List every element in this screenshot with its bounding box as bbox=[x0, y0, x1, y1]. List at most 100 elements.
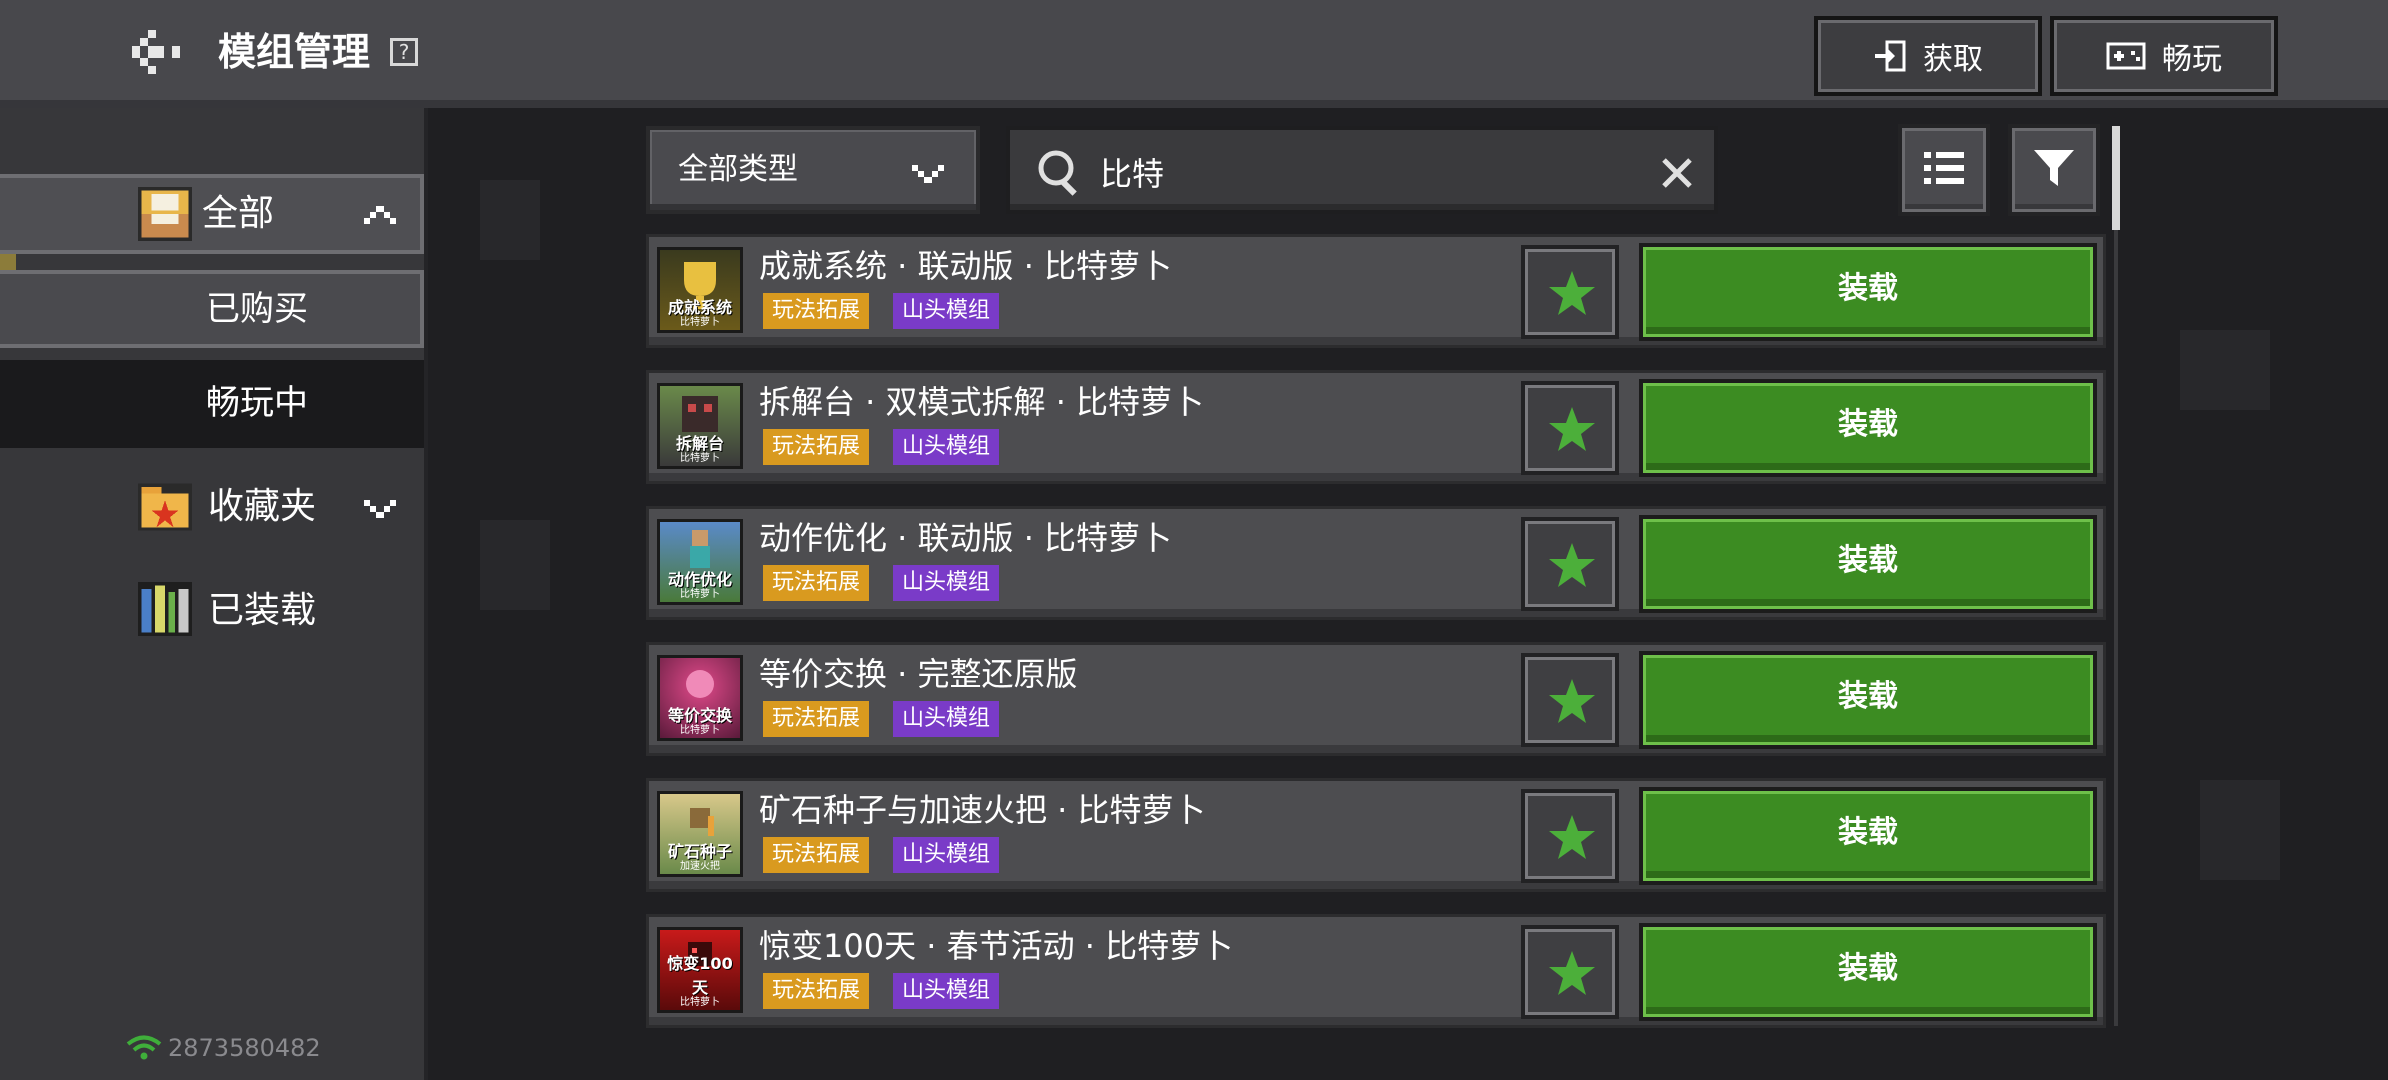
gamepad-icon bbox=[2106, 42, 2146, 70]
play-button[interactable]: 畅玩 bbox=[2050, 16, 2278, 96]
favorite-button[interactable] bbox=[1521, 925, 1619, 1019]
star-icon bbox=[1549, 271, 1595, 315]
search-input[interactable] bbox=[1098, 140, 1622, 204]
search-icon bbox=[1038, 150, 1077, 196]
mod-title: 惊变100天 · 春节活动 · 比特萝卜 bbox=[759, 927, 1234, 965]
scroll-track bbox=[2114, 230, 2118, 1026]
list-item[interactable]: 矿石种子 加速火把 矿石种子与加速火把 · 比特萝卜 玩法拓展 山头模组 装载 bbox=[646, 778, 2106, 892]
page-title: 模组管理 bbox=[218, 30, 371, 74]
mod-title: 动作优化 · 联动版 · 比特萝卜 bbox=[759, 519, 1173, 557]
tag-mountain: 山头模组 bbox=[893, 701, 1000, 737]
thumbnail-subcaption: 比特萝卜 bbox=[680, 317, 720, 328]
sidebar-item-all[interactable]: 全部 bbox=[0, 174, 424, 254]
background-tile bbox=[480, 520, 550, 610]
background-tile bbox=[480, 180, 540, 260]
type-dropdown-value: 全部类型 bbox=[678, 152, 798, 187]
clear-icon[interactable] bbox=[1660, 156, 1694, 190]
background-tile bbox=[2200, 780, 2280, 880]
filter-button[interactable] bbox=[2008, 124, 2100, 216]
sidebar-item-label: 全部 bbox=[202, 193, 275, 234]
list-item[interactable]: 拆解台 比特萝卜 拆解台 · 双模式拆解 · 比特萝卜 玩法拓展 山头模组 装载 bbox=[646, 370, 2106, 484]
mod-thumbnail: 矿石种子 加速火把 bbox=[657, 791, 743, 877]
sidebar-item-label: 收藏夹 bbox=[208, 486, 317, 527]
thumbnail-subcaption: 比特萝卜 bbox=[680, 997, 720, 1008]
mod-thumbnail: 拆解台 比特萝卜 bbox=[657, 383, 743, 469]
sidebar-item-label: 已装载 bbox=[208, 590, 317, 631]
mod-thumbnail: 成就系统 比特萝卜 bbox=[657, 247, 743, 333]
scrollbar[interactable] bbox=[2112, 126, 2120, 230]
tag-gameplay: 玩法拓展 bbox=[763, 837, 870, 873]
star-icon bbox=[1549, 543, 1595, 587]
wifi-icon bbox=[126, 1035, 162, 1060]
star-icon bbox=[1549, 951, 1595, 995]
favorite-button[interactable] bbox=[1521, 789, 1619, 883]
thumbnail-subcaption: 加速火把 bbox=[680, 861, 720, 872]
top-bar: 模组管理 ? 获取 畅玩 bbox=[0, 0, 2388, 108]
star-icon bbox=[1549, 679, 1595, 723]
favorite-button[interactable] bbox=[1521, 517, 1619, 611]
thumbnail-caption: 惊变100天 bbox=[667, 954, 733, 997]
tag-gameplay: 玩法拓展 bbox=[763, 565, 870, 601]
import-icon bbox=[1875, 40, 1906, 72]
sidebar-item-loaded[interactable]: 已装载 bbox=[0, 568, 424, 654]
star-icon bbox=[1549, 815, 1595, 859]
tag-gameplay: 玩法拓展 bbox=[763, 429, 870, 465]
tag-gameplay: 玩法拓展 bbox=[763, 701, 870, 737]
favorite-button[interactable] bbox=[1521, 381, 1619, 475]
favorite-button[interactable] bbox=[1521, 245, 1619, 339]
chevron-down-icon bbox=[912, 165, 944, 183]
list-view-button[interactable] bbox=[1898, 124, 1990, 216]
mod-title: 矿石种子与加速火把 · 比特萝卜 bbox=[759, 791, 1206, 829]
chest-icon bbox=[138, 187, 192, 241]
sidebar-item-label: 已购买 bbox=[206, 289, 308, 329]
thumbnail-subcaption: 比特萝卜 bbox=[680, 725, 720, 736]
chevron-up-icon bbox=[364, 206, 396, 224]
get-button-label: 获取 bbox=[1923, 42, 1983, 77]
mod-thumbnail: 动作优化 比特萝卜 bbox=[657, 519, 743, 605]
list-item[interactable]: 等价交换 比特萝卜 等价交换 · 完整还原版 玩法拓展 山头模组 装载 bbox=[646, 642, 2106, 756]
mod-title: 等价交换 · 完整还原版 bbox=[759, 655, 1078, 693]
tag-gameplay: 玩法拓展 bbox=[763, 973, 870, 1009]
back-arrow-icon[interactable] bbox=[128, 30, 184, 74]
chevron-down-icon bbox=[364, 500, 396, 518]
filter-icon bbox=[2034, 150, 2074, 186]
books-icon bbox=[138, 582, 192, 636]
mod-thumbnail: 惊变100天 比特萝卜 bbox=[657, 927, 743, 1013]
load-button[interactable]: 装载 bbox=[1639, 651, 2097, 749]
play-button-label: 畅玩 bbox=[2162, 42, 2222, 77]
mod-title: 拆解台 · 双模式拆解 · 比特萝卜 bbox=[759, 383, 1205, 421]
load-button[interactable]: 装载 bbox=[1639, 379, 2097, 477]
favorite-button[interactable] bbox=[1521, 653, 1619, 747]
get-button[interactable]: 获取 bbox=[1814, 16, 2042, 96]
list-icon bbox=[1924, 152, 1964, 184]
user-id: 2873580482 bbox=[168, 1034, 321, 1062]
help-icon[interactable]: ? bbox=[390, 38, 418, 66]
load-button[interactable]: 装载 bbox=[1639, 515, 2097, 613]
tag-mountain: 山头模组 bbox=[893, 837, 1000, 873]
sidebar-item-purchased[interactable]: 已购买 bbox=[0, 270, 424, 348]
sidebar-item-playing[interactable]: 畅玩中 bbox=[0, 360, 424, 448]
sidebar: 全部 已购买 畅玩中 收藏夹 已装载 2873580482 bbox=[0, 108, 428, 1080]
load-button[interactable]: 装载 bbox=[1639, 787, 2097, 885]
tag-gameplay: 玩法拓展 bbox=[763, 293, 870, 329]
list-item[interactable]: 成就系统 比特萝卜 成就系统 · 联动版 · 比特萝卜 玩法拓展 山头模组 装载 bbox=[646, 234, 2106, 348]
list-item[interactable]: 动作优化 比特萝卜 动作优化 · 联动版 · 比特萝卜 玩法拓展 山头模组 装载 bbox=[646, 506, 2106, 620]
load-button[interactable]: 装载 bbox=[1639, 923, 2097, 1021]
mod-title: 成就系统 · 联动版 · 比特萝卜 bbox=[759, 247, 1173, 285]
tag-mountain: 山头模组 bbox=[893, 565, 1000, 601]
sidebar-item-favorites[interactable]: 收藏夹 bbox=[0, 468, 424, 548]
connection-status: 2873580482 bbox=[126, 1034, 321, 1062]
thumbnail-subcaption: 比特萝卜 bbox=[680, 453, 720, 464]
type-dropdown[interactable]: 全部类型 bbox=[646, 126, 980, 214]
sidebar-item-label: 畅玩中 bbox=[206, 383, 308, 423]
background-tile bbox=[2180, 330, 2270, 410]
tag-mountain: 山头模组 bbox=[893, 429, 1000, 465]
mod-thumbnail: 等价交换 比特萝卜 bbox=[657, 655, 743, 741]
search-box bbox=[1006, 126, 1718, 214]
load-button[interactable]: 装载 bbox=[1639, 243, 2097, 341]
thumbnail-subcaption: 比特萝卜 bbox=[680, 589, 720, 600]
tag-mountain: 山头模组 bbox=[893, 293, 1000, 329]
list-item[interactable]: 惊变100天 比特萝卜 惊变100天 · 春节活动 · 比特萝卜 玩法拓展 山头… bbox=[646, 914, 2106, 1028]
folder-star-icon bbox=[138, 483, 192, 531]
star-icon bbox=[1549, 407, 1595, 451]
